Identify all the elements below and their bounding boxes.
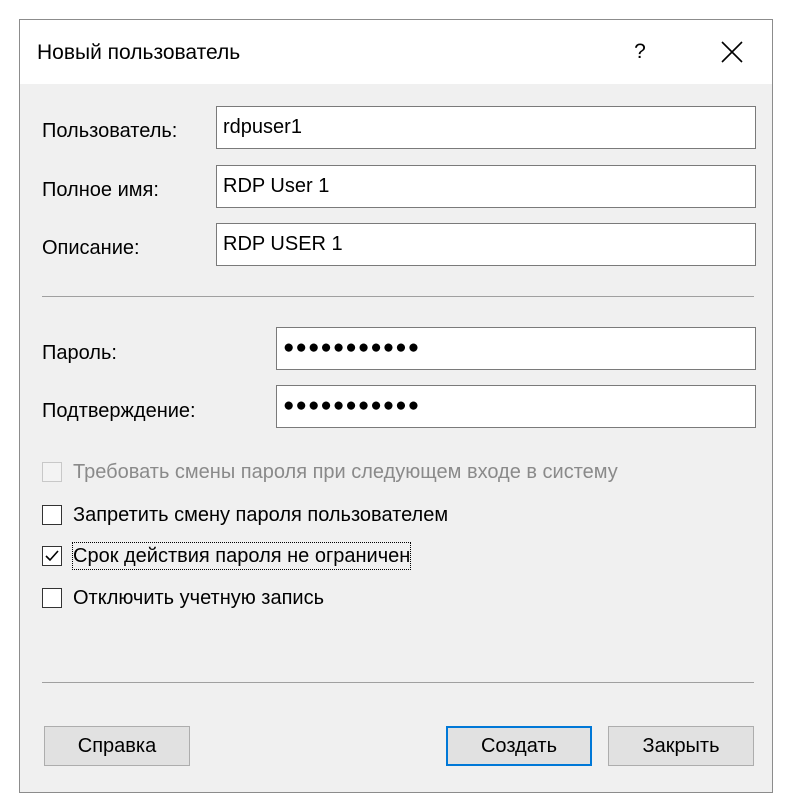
close-icon[interactable] bbox=[708, 32, 756, 72]
option-label[interactable]: Запретить смену пароля пользователем bbox=[73, 502, 448, 528]
option-label: Требовать смены пароля при следующем вхо… bbox=[73, 461, 618, 483]
checkbox-require-change bbox=[42, 462, 62, 482]
checkbox-never-expires[interactable] bbox=[42, 546, 62, 566]
fullname-label: Полное имя: bbox=[42, 179, 159, 201]
option-label[interactable]: Срок действия пароля не ограничен bbox=[71, 542, 412, 570]
description-label: Описание: bbox=[42, 237, 140, 259]
separator bbox=[42, 682, 754, 683]
help-icon[interactable]: ? bbox=[616, 32, 664, 72]
dialog-title: Новый пользователь bbox=[37, 41, 241, 64]
title-bar[interactable]: Новый пользователь ? bbox=[20, 20, 772, 84]
confirm-label: Подтверждение: bbox=[42, 400, 196, 422]
separator bbox=[42, 296, 754, 297]
confirm-password-field[interactable]: ●●●●●●●●●●● bbox=[276, 385, 756, 428]
username-label: Пользователь: bbox=[42, 120, 178, 142]
checkbox-deny-change[interactable] bbox=[42, 505, 62, 525]
close-button[interactable]: Закрыть bbox=[608, 726, 754, 766]
new-user-dialog: Новый пользователь ? Пользователь: rdpus… bbox=[19, 19, 773, 793]
create-button[interactable]: Создать bbox=[446, 726, 592, 766]
fullname-field[interactable]: RDP User 1 bbox=[216, 165, 756, 208]
description-field[interactable]: RDP USER 1 bbox=[216, 223, 756, 266]
password-field[interactable]: ●●●●●●●●●●● bbox=[276, 327, 756, 370]
checkbox-disable-account[interactable] bbox=[42, 588, 62, 608]
option-label[interactable]: Отключить учетную запись bbox=[73, 585, 324, 611]
checkmark-icon bbox=[45, 550, 59, 562]
password-label: Пароль: bbox=[42, 342, 117, 364]
help-button[interactable]: Справка bbox=[44, 726, 190, 766]
username-field[interactable]: rdpuser1 bbox=[216, 106, 756, 149]
